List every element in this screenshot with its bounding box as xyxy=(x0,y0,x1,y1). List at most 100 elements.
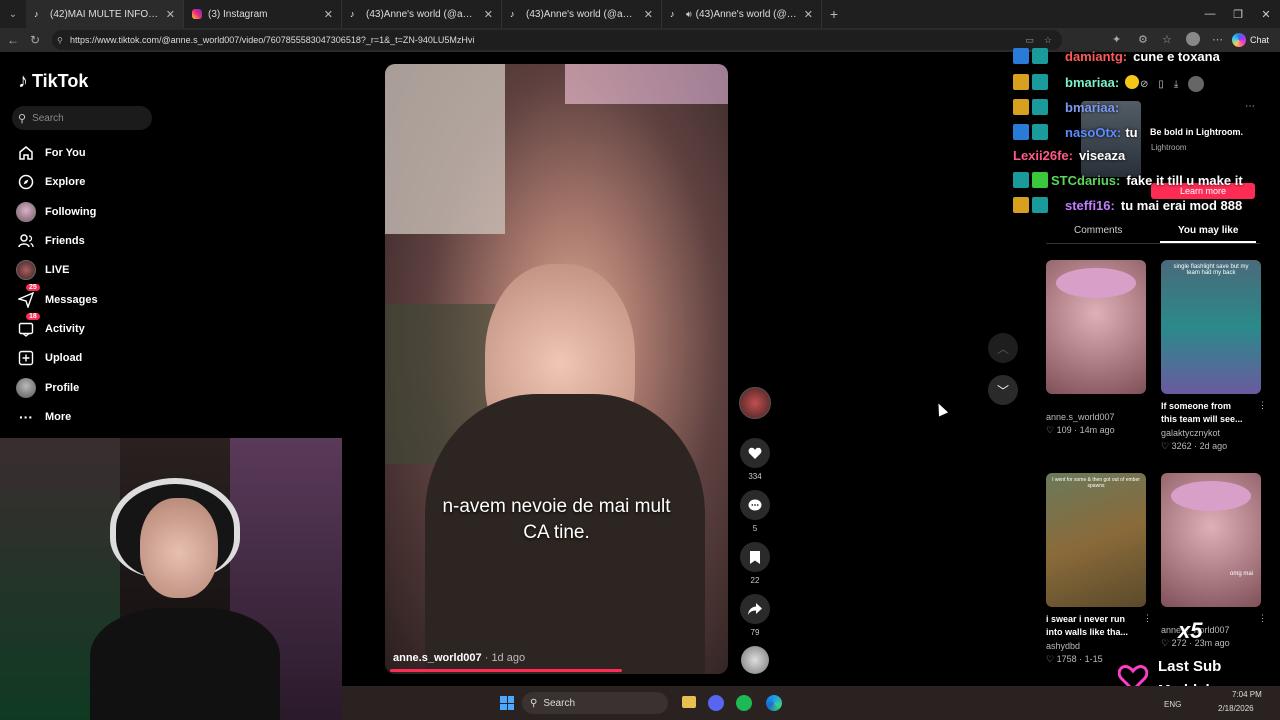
chat-username: Lexii26fe: xyxy=(1013,148,1073,163)
tiktok-icon: ♪ xyxy=(18,70,28,92)
share-button[interactable]: 79 xyxy=(737,594,773,637)
recommended-video-card[interactable]: I went for some & then got out of ember … xyxy=(1046,473,1152,665)
card-more-icon[interactable]: ⋮ xyxy=(1258,613,1267,624)
card-title[interactable]: If someone from this team will see... xyxy=(1161,400,1249,426)
video-player[interactable]: n-avem nevoie de mai mult CA tine. anne.… xyxy=(385,64,728,674)
extensions-icon[interactable]: ✦ xyxy=(1112,33,1121,46)
recommended-video-card[interactable]: anne.s_world007 ♡ 109 · 14m ago xyxy=(1046,260,1146,436)
clock-time[interactable]: 7:04 PM xyxy=(1232,690,1262,699)
like-button[interactable]: 334 xyxy=(737,438,773,481)
close-tab-icon[interactable]: ✕ xyxy=(324,8,333,21)
settings-icon[interactable]: ⚙ xyxy=(1138,33,1148,46)
video-thumbnail[interactable]: I went for some & then got out of ember … xyxy=(1046,473,1146,607)
tab-comments[interactable]: Comments xyxy=(1074,225,1122,236)
discord-icon[interactable] xyxy=(708,695,724,711)
music-disc-button[interactable] xyxy=(737,646,773,674)
tab-list-icon[interactable]: ⌄ xyxy=(0,9,26,20)
download-icon[interactable]: ⤓ xyxy=(1174,79,1178,90)
tab-you-may-like[interactable]: You may like xyxy=(1178,225,1238,236)
search-input[interactable]: ⚲ Search xyxy=(12,106,152,130)
previous-video-button[interactable]: ︿ xyxy=(988,333,1018,363)
sidebar-item-messages[interactable]: 25 Messages xyxy=(16,284,98,310)
close-window-icon[interactable]: ✕ xyxy=(1252,8,1280,21)
card-time: 14m ago xyxy=(1079,425,1115,435)
speaker-icon[interactable]: 🔊︎ xyxy=(686,9,692,20)
video-progress-bar[interactable] xyxy=(390,669,622,672)
taskbar-search[interactable]: ⚲ Search xyxy=(522,692,668,714)
sidebar-item-more[interactable]: ··· More xyxy=(16,407,71,427)
new-tab-button[interactable]: + xyxy=(822,6,846,22)
chevron-up-icon: ︿ xyxy=(996,341,1009,356)
avatar-icon xyxy=(16,378,36,398)
edge-icon[interactable] xyxy=(766,695,782,711)
card-author[interactable]: galaktycznykot xyxy=(1161,428,1261,438)
card-author[interactable]: anne.s_world007 xyxy=(1161,625,1261,635)
video-thumbnail[interactable]: omg mai xyxy=(1161,473,1261,607)
gift-badge-icon xyxy=(1032,172,1048,188)
crown-badge-icon xyxy=(1013,74,1029,90)
minimize-icon[interactable]: — xyxy=(1196,8,1224,20)
sidebar-item-following[interactable]: Following xyxy=(16,202,96,222)
browser-tab-3[interactable]: ♪ (43)Anne's world (@anne.s_world0 ✕ xyxy=(342,0,502,28)
sidebar-item-label: Explore xyxy=(45,176,86,188)
file-explorer-icon[interactable] xyxy=(682,696,696,708)
sidebar-item-explore[interactable]: Explore xyxy=(16,172,85,192)
close-tab-icon[interactable]: ✕ xyxy=(644,8,653,21)
url-field[interactable]: ⚲ https://www.tiktok.com/@anne.s_world00… xyxy=(52,30,1062,50)
browser-tab-1[interactable]: ♪ (42)MAI MULTE INFORMATII SI DO ✕ xyxy=(26,0,184,28)
sidebar-item-live[interactable]: LIVE xyxy=(16,260,69,280)
site-info-icon[interactable]: ⚲ xyxy=(57,36,63,45)
video-thumbnail[interactable]: single flashlight save but my team had m… xyxy=(1161,260,1261,394)
chat-username: STCdarius: xyxy=(1051,172,1121,188)
restore-icon[interactable]: ❐ xyxy=(1224,8,1252,21)
back-icon[interactable]: ← xyxy=(2,33,24,47)
video-thumbnail[interactable] xyxy=(1046,260,1146,394)
sidebar-item-friends[interactable]: Friends xyxy=(16,231,85,251)
more-dots-icon[interactable]: ⋯ xyxy=(1245,101,1255,112)
close-tab-icon[interactable]: ✕ xyxy=(166,8,175,21)
card-author[interactable]: ashydbd xyxy=(1046,641,1146,651)
card-title[interactable]: i swear i never run into walls like tha.… xyxy=(1046,613,1138,639)
avatar[interactable] xyxy=(1188,76,1205,92)
author-name[interactable]: anne.s_world007 xyxy=(393,652,482,664)
refresh-icon[interactable]: ↻ xyxy=(24,33,46,47)
card-more-icon[interactable]: ⋮ xyxy=(1258,400,1267,411)
browser-tab-2[interactable]: (3) Instagram ✕ xyxy=(184,0,342,28)
browser-tab-5[interactable]: ♪ 🔊︎ (43)Anne's world (@anne.s_w ✕ xyxy=(662,0,822,28)
sidebar-item-profile[interactable]: Profile xyxy=(16,378,79,398)
emoji-icon xyxy=(1125,75,1140,89)
captions-icon[interactable]: ⊘ xyxy=(1140,79,1148,90)
browser-tab-title: (43)Anne's world (@anne.s_world0 xyxy=(366,8,478,20)
sidebar-item-activity[interactable]: 18 Activity xyxy=(16,313,85,339)
split-screen-icon[interactable]: ▭ xyxy=(1025,35,1034,46)
next-video-button[interactable]: ﹀ xyxy=(988,375,1018,405)
copilot-chat-button[interactable]: Chat xyxy=(1232,31,1269,49)
creator-avatar-button[interactable] xyxy=(737,387,773,419)
phone-icon[interactable]: ▯ xyxy=(1158,79,1164,90)
clock-date[interactable]: 2/18/2026 xyxy=(1218,704,1254,713)
card-author[interactable]: anne.s_world007 xyxy=(1046,412,1146,422)
tiktok-logo[interactable]: ♪ TikTok xyxy=(18,70,88,93)
profile-avatar[interactable] xyxy=(1186,32,1200,46)
favorite-star-icon[interactable]: ☆ xyxy=(1044,35,1052,46)
close-tab-icon[interactable]: ✕ xyxy=(484,8,493,21)
more-menu-icon[interactable]: ⋯ xyxy=(1212,33,1223,46)
home-icon xyxy=(16,143,36,163)
sidebar-item-for-you[interactable]: For You xyxy=(16,143,86,163)
recommended-video-card[interactable]: omg mai anne.s_world007 ♡ 272 · 23m ago … xyxy=(1161,473,1267,649)
save-button[interactable]: 22 xyxy=(737,542,773,585)
recommended-video-card[interactable]: single flashlight save but my team had m… xyxy=(1161,260,1267,452)
language-indicator[interactable]: ENG xyxy=(1164,700,1181,709)
browser-tab-title: (3) Instagram xyxy=(208,8,268,20)
browser-tab-4[interactable]: ♪ (43)Anne's world (@anne.s_world0 ✕ xyxy=(502,0,662,28)
spotify-icon[interactable] xyxy=(736,695,752,711)
comment-button[interactable]: 5 xyxy=(737,490,773,533)
card-more-icon[interactable]: ⋮ xyxy=(1143,613,1152,624)
close-tab-icon[interactable]: ✕ xyxy=(804,8,813,21)
video-author[interactable]: anne.s_world007 · 1d ago xyxy=(393,652,525,664)
sidebar-item-upload[interactable]: Upload xyxy=(16,348,82,368)
chat-text: tu mai erai mod 888 xyxy=(1120,197,1243,213)
windows-start-icon[interactable] xyxy=(500,696,514,710)
heart-icon: ♡ xyxy=(1046,425,1055,435)
favorites-icon[interactable]: ☆ xyxy=(1162,33,1172,46)
